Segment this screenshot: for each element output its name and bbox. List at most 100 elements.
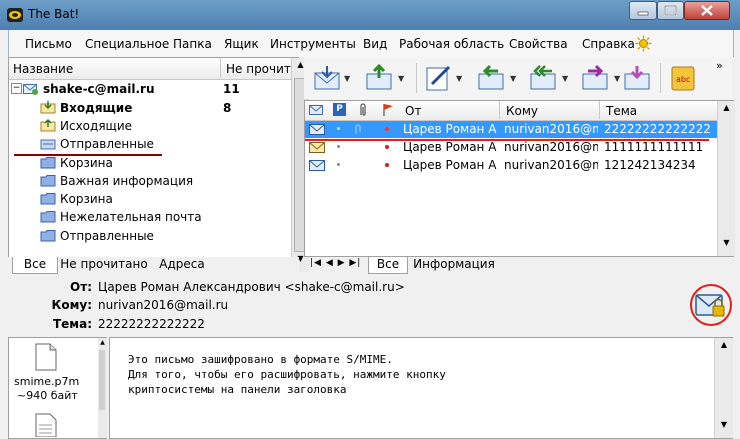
message-list-scrollbar[interactable]: ▲ ▼ [717, 101, 735, 256]
scroll-down-arrow-icon[interactable]: ▼ [717, 420, 731, 435]
attachment-size: ~940 байт [17, 389, 78, 402]
message-body-text: Это письмо зашифровано в формате S/MIME.… [128, 352, 446, 397]
message-row[interactable]: Царев Роман А... nurivan2016@m... 121242… [305, 157, 717, 174]
menu-tools[interactable]: Инструменты [270, 37, 356, 51]
toolbar-overflow-icon[interactable]: » [716, 59, 723, 72]
menu-mailbox[interactable]: Ящик [224, 37, 259, 51]
scroll-up-arrow-icon[interactable]: ▲ [720, 103, 733, 118]
folder-label: Нежелательная почта [60, 210, 202, 224]
minimize-button[interactable] [629, 1, 657, 20]
body-line: Для того, чтобы его расшифровать, нажмит… [128, 368, 446, 381]
menu-special[interactable]: Специальное [85, 37, 169, 51]
scroll-up-arrow-icon[interactable]: ▲ [717, 340, 731, 355]
message-subject: 22222222222222 [604, 122, 711, 136]
message-subject: 1111111111111 [604, 140, 704, 154]
svg-text:abc: abc [676, 75, 690, 84]
chevron-down-icon[interactable]: ▼ [510, 74, 516, 83]
mailbox-account-icon [23, 84, 38, 95]
menu-workspace[interactable]: Рабочая область [399, 37, 504, 51]
menu-view[interactable]: Вид [363, 37, 387, 51]
chevron-down-icon[interactable]: ▼ [398, 74, 404, 83]
tab-information[interactable]: Информация [412, 257, 496, 273]
folder-item-trash[interactable]: Корзина [9, 154, 291, 172]
message-from: Царев Роман А... [403, 122, 497, 136]
priority-column-icon[interactable]: P [333, 103, 346, 116]
tab-all[interactable]: Все [368, 257, 408, 274]
subject-label: Тема: [52, 317, 92, 331]
folder-item-important[interactable]: Важная информация [9, 172, 291, 190]
folder-unread-count: 8 [223, 101, 232, 115]
column-header-name[interactable]: Название [13, 62, 73, 76]
paperclip-icon[interactable] [357, 103, 369, 117]
folder-label: Исходящие [60, 119, 133, 133]
scroll-up-arrow-icon[interactable]: ▲ [99, 339, 106, 346]
message-body[interactable]: Это письмо зашифровано в формате S/MIME.… [109, 337, 733, 439]
close-button[interactable] [684, 1, 730, 20]
account-row[interactable]: − shake-c@mail.ru 11 [9, 80, 291, 98]
tab-addresses[interactable]: Адреса [154, 257, 210, 273]
folder-item-sent[interactable]: Отправленные [9, 135, 291, 153]
attachment-pane: smime.p7m ~940 байт ▲ [8, 337, 107, 439]
chevron-down-icon[interactable]: ▼ [614, 74, 620, 83]
reply-all-icon[interactable] [528, 64, 558, 92]
folder-icon [40, 157, 56, 169]
folder-item-trash-2[interactable]: Корзина [9, 190, 291, 208]
account-unread-count: 11 [223, 82, 240, 96]
flag-icon[interactable] [382, 103, 394, 117]
message-row[interactable]: Царев Роман А... nurivan2016@m... 222222… [305, 121, 717, 138]
folder-label: Входящие [60, 101, 133, 115]
forward-icon[interactable] [580, 64, 610, 92]
maximize-button[interactable] [657, 1, 684, 20]
folder-label: Важная информация [60, 174, 194, 188]
menu-properties[interactable]: Свойства [509, 37, 568, 51]
folder-item-sent-2[interactable]: Отправленные [9, 227, 291, 245]
to-value[interactable]: nurivan2016@mail.ru [98, 298, 228, 312]
sun-icon[interactable] [635, 35, 652, 52]
envelope-column-icon[interactable] [309, 104, 323, 116]
title-bar[interactable]: The Bat! [0, 0, 740, 30]
menu-letter[interactable]: Письмо [25, 37, 72, 51]
body-line: Это письмо зашифровано в формате S/MIME. [128, 353, 393, 366]
new-message-icon[interactable] [424, 64, 454, 92]
send-mail-icon[interactable] [364, 64, 394, 92]
menu-bar: Письмо Специальное Папка Ящик Инструмент… [8, 30, 734, 57]
main-toolbar: ▼ ▼ ▼ ▼ ▼ ▼ abc » [304, 57, 732, 99]
message-to: nurivan2016@m... [504, 122, 598, 136]
folder-label: Корзина [60, 156, 113, 170]
menu-help[interactable]: Справка [582, 37, 635, 51]
attachment-scrollbar[interactable]: ▲ [98, 338, 107, 438]
chevron-down-icon[interactable]: ▼ [456, 74, 462, 83]
chevron-down-icon[interactable]: ▼ [344, 74, 350, 83]
message-to: nurivan2016@m... [504, 140, 598, 154]
message-list: P От Кому Тема Царев Роман А... nurivan2… [304, 100, 735, 257]
spellcheck-icon[interactable]: abc [668, 64, 698, 92]
scroll-thumb[interactable] [99, 350, 105, 410]
scroll-down-arrow-icon[interactable]: ▼ [720, 238, 733, 253]
the-bat-logo-icon [7, 8, 23, 22]
column-header-to[interactable]: Кому [506, 104, 538, 118]
redirect-icon[interactable] [622, 64, 652, 92]
reply-icon[interactable] [476, 64, 506, 92]
tab-unread[interactable]: Не прочитано [58, 257, 150, 273]
annotation-underline [305, 139, 709, 141]
message-body-scrollbar[interactable]: ▲ ▼ [714, 338, 733, 438]
tab-scroll-arrows-icon[interactable]: |◀ ◀ ▶ ▶| [310, 258, 361, 268]
column-header-unread[interactable]: Не прочит [226, 62, 291, 76]
annotation-circle [690, 284, 732, 326]
message-row[interactable]: Царев Роман А... nurivan2016@m... 111111… [305, 139, 717, 156]
tab-label: Все [376, 257, 400, 271]
message-to: nurivan2016@m... [504, 158, 598, 172]
attachment-item[interactable]: smime.p7m ~940 байт [9, 338, 97, 438]
column-header-from[interactable]: От [405, 104, 421, 118]
get-mail-icon[interactable] [312, 64, 342, 92]
folder-item-outbox[interactable]: Исходящие [9, 117, 291, 135]
folder-item-junk[interactable]: Нежелательная почта [9, 208, 291, 226]
collapse-toggle[interactable]: − [11, 83, 22, 94]
from-value[interactable]: Царев Роман Александрович <shake-c@mail.… [98, 280, 405, 294]
tab-all[interactable]: Все [12, 257, 58, 274]
folder-item-inbox[interactable]: Входящие 8 [9, 99, 291, 117]
menu-folder[interactable]: Папка [173, 37, 212, 51]
column-header-subject[interactable]: Тема [606, 104, 637, 118]
chevron-down-icon[interactable]: ▼ [562, 74, 568, 83]
inbox-icon [40, 101, 56, 114]
